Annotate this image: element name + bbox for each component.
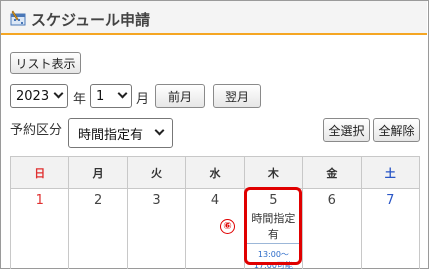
calendar-table: 日 月 火 水 木 金 土 1 2 3 4 5 時間指定有 13:00～ 17:… xyxy=(9,156,421,269)
week-row: 1 2 3 4 5 時間指定有 13:00～ 17:00可能 6 7 xyxy=(9,188,421,269)
list-view-button[interactable]: リスト表示 xyxy=(10,52,81,74)
booking-type-label: 予約区分 xyxy=(10,123,63,138)
day-cell[interactable]: 4 xyxy=(185,188,245,269)
chevron-down-icon xyxy=(53,88,64,99)
weekday-thursday: 木 xyxy=(243,156,304,189)
schedule-app-icon xyxy=(10,10,26,26)
day-number: 1 xyxy=(35,193,44,208)
weekday-monday: 月 xyxy=(68,156,128,189)
highlight-box xyxy=(244,187,302,265)
day-cell[interactable]: 7 xyxy=(360,188,421,269)
weekday-saturday: 土 xyxy=(360,156,421,189)
chevron-down-icon xyxy=(117,88,128,99)
month-select-value: 1 xyxy=(96,88,105,104)
booking-type-select-value: 時間指定有 xyxy=(78,127,144,143)
deselect-all-button[interactable]: 全解除 xyxy=(373,118,420,142)
prev-month-button[interactable]: 前月 xyxy=(155,84,205,108)
day-number: 4 xyxy=(210,193,220,208)
select-all-button[interactable]: 全選択 xyxy=(323,118,370,142)
weekday-tuesday: 火 xyxy=(126,156,187,189)
weekday-friday: 金 xyxy=(302,156,362,189)
day-cell[interactable]: 6 xyxy=(302,188,362,269)
day-number: 3 xyxy=(152,193,161,208)
step-marker: ⑥ xyxy=(220,219,235,234)
day-cell[interactable]: 1 xyxy=(9,188,70,269)
next-month-button[interactable]: 翌月 xyxy=(213,84,261,108)
weekday-header-row: 日 月 火 水 木 金 土 xyxy=(9,156,421,189)
day-number: 2 xyxy=(93,193,103,208)
page-title: スケジュール申請 xyxy=(31,11,150,29)
weekday-wednesday: 水 xyxy=(185,156,245,189)
year-label: 年 xyxy=(73,92,87,107)
day-cell[interactable]: 2 xyxy=(68,188,128,269)
day-cell[interactable]: 3 xyxy=(126,188,187,269)
year-select[interactable]: 2023 xyxy=(10,84,68,108)
page-header: スケジュール申請 xyxy=(1,1,427,35)
day-number: 6 xyxy=(327,193,336,208)
month-label: 月 xyxy=(136,92,150,107)
year-select-value: 2023 xyxy=(16,88,50,104)
booking-type-select[interactable]: 時間指定有 xyxy=(68,118,173,148)
weekday-sunday: 日 xyxy=(9,156,70,189)
month-select[interactable]: 1 xyxy=(90,84,132,108)
chevron-down-icon xyxy=(154,125,165,136)
day-number: 7 xyxy=(386,193,395,208)
